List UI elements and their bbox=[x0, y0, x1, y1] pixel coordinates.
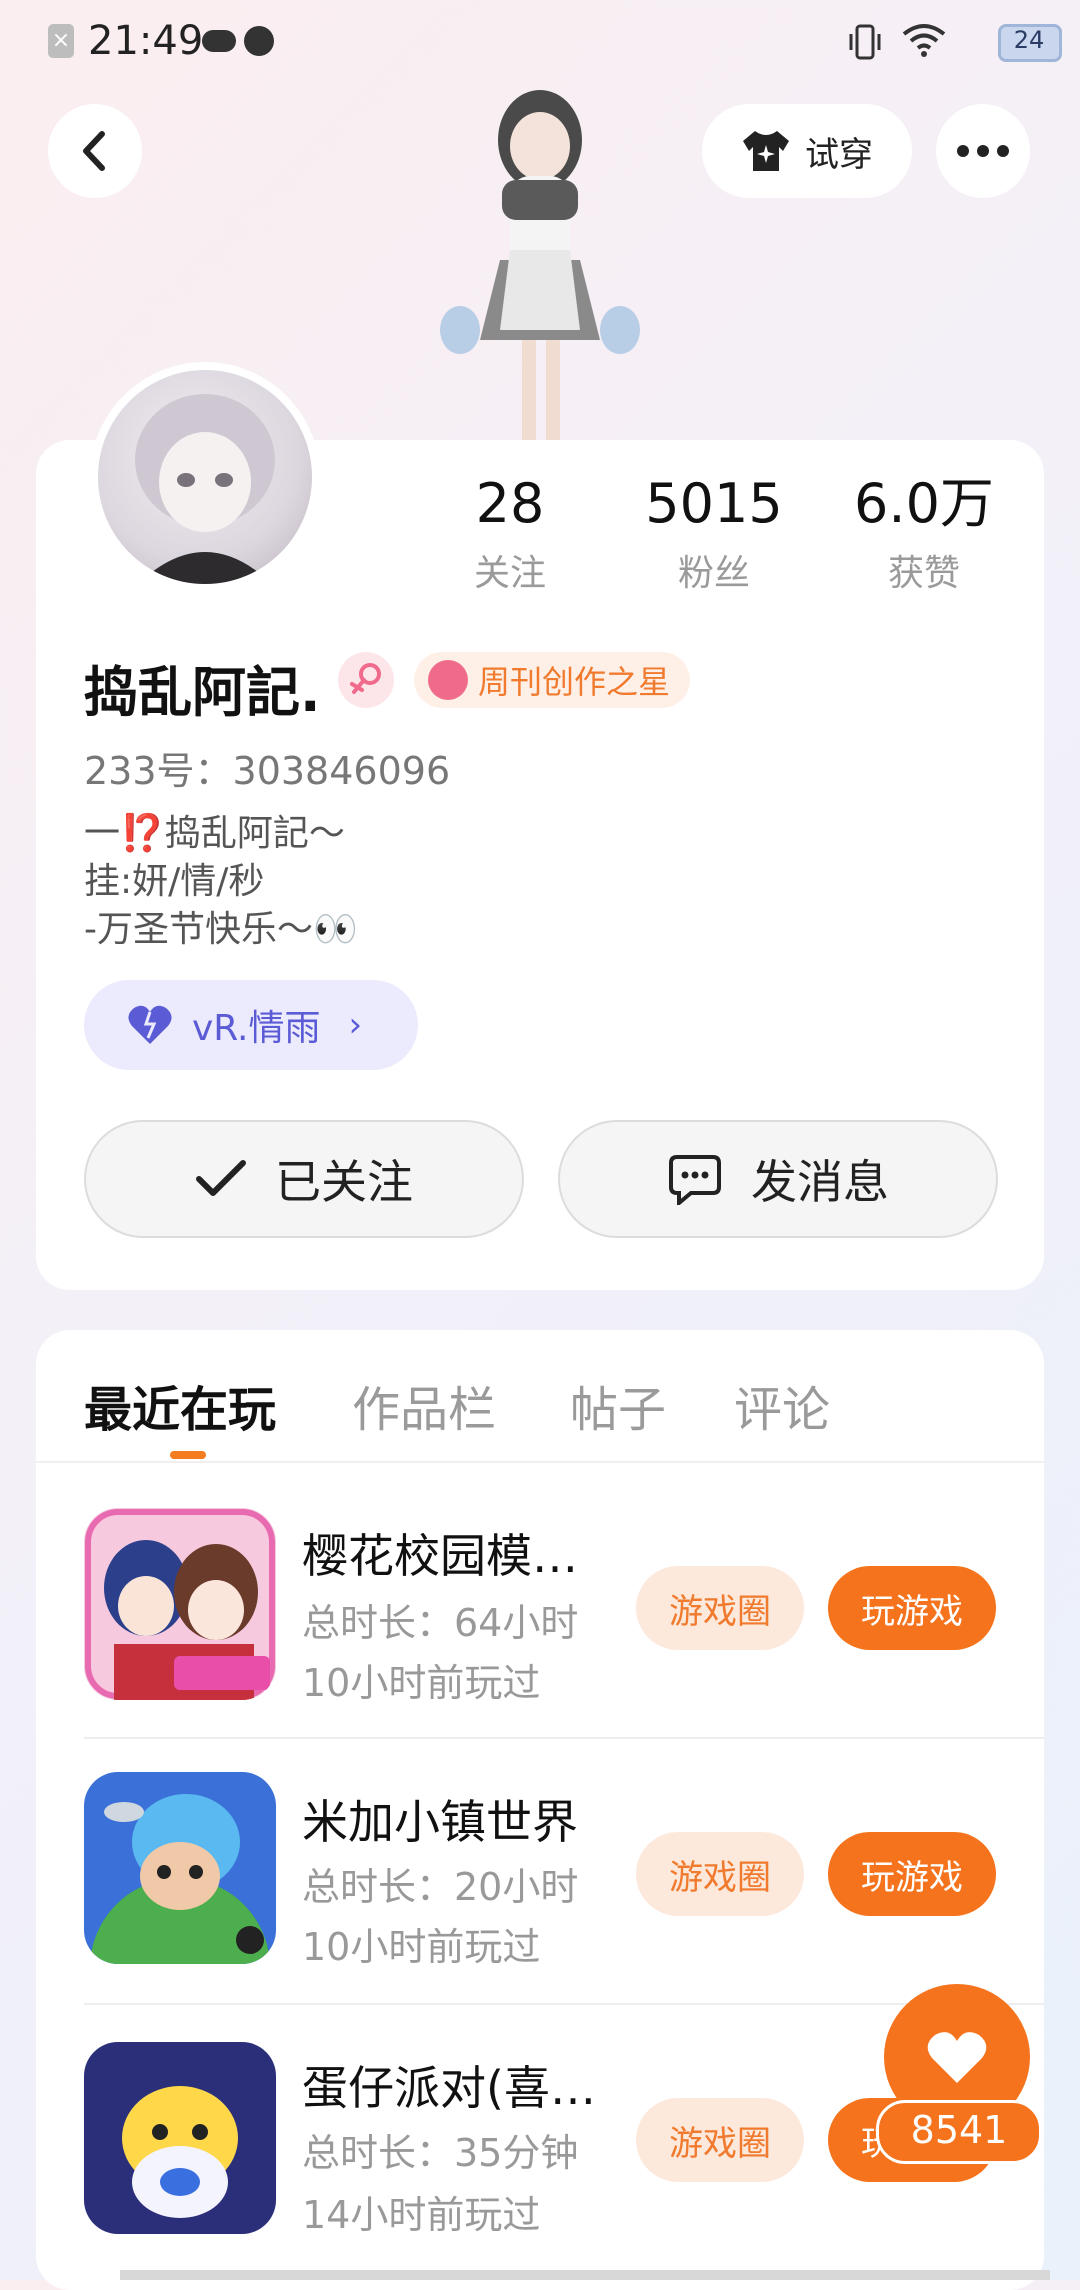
more-dot bbox=[977, 145, 989, 157]
followed-button[interactable]: 已关注 bbox=[84, 1120, 524, 1238]
cloud-icon bbox=[202, 30, 236, 52]
more-dots-icon bbox=[957, 145, 969, 157]
stat-label: 获赞 bbox=[887, 553, 960, 594]
female-gender-icon bbox=[338, 652, 394, 708]
followed-label: 已关注 bbox=[275, 1155, 413, 1209]
game-icon-toca[interactable] bbox=[84, 1772, 276, 1964]
game-last-played: 14小时前玩过 bbox=[302, 2193, 541, 2237]
avatar-image bbox=[135, 394, 275, 584]
heart-icon bbox=[128, 1005, 172, 1044]
tab-recent-games[interactable]: 最近在玩 bbox=[84, 1370, 276, 1440]
game-circle-button[interactable]: 游戏圈 bbox=[636, 2098, 804, 2182]
more-dot bbox=[997, 145, 1009, 157]
tab-posts[interactable]: 帖子 bbox=[570, 1370, 666, 1440]
planet-icon bbox=[244, 26, 274, 56]
status-bar: × 21:49 24 bbox=[0, 0, 1080, 80]
chevron-right-icon: › bbox=[348, 1005, 363, 1045]
send-message-button[interactable]: 发消息 bbox=[558, 1120, 998, 1238]
cp-name: vR.情雨 bbox=[192, 1008, 321, 1049]
play-game-button[interactable]: 玩游戏 bbox=[828, 1566, 996, 1650]
vibrate-icon bbox=[849, 24, 881, 60]
shirt-sparkle-icon bbox=[743, 131, 789, 171]
game-icon-sakura[interactable] bbox=[84, 1508, 276, 1700]
stat-value: 6.0万 bbox=[854, 472, 994, 535]
chat-bubble-icon bbox=[669, 1155, 721, 1205]
game-circle-button[interactable]: 游戏圈 bbox=[636, 1832, 804, 1916]
star-creator-icon bbox=[428, 660, 468, 700]
stat-likes[interactable]: 6.0万 获赞 bbox=[834, 474, 1014, 596]
notification-icon: × bbox=[48, 24, 74, 58]
game-title[interactable]: 樱花校园模… bbox=[302, 1520, 578, 1586]
game-title[interactable]: 米加小镇世界 bbox=[302, 1786, 578, 1852]
stat-label: 粉丝 bbox=[677, 553, 750, 594]
chevron-left-icon bbox=[83, 131, 105, 171]
tab-works[interactable]: 作品栏 bbox=[352, 1370, 496, 1440]
game-duration: 总时长：64小时 bbox=[302, 1601, 579, 1645]
user-id: 233号：303846096 bbox=[84, 749, 451, 793]
heart-icon bbox=[927, 2032, 987, 2083]
avatar[interactable] bbox=[98, 370, 312, 584]
try-on-button[interactable]: 试穿 bbox=[702, 104, 912, 198]
stat-following[interactable]: 28 关注 bbox=[420, 474, 600, 596]
game-last-played: 10小时前玩过 bbox=[302, 1925, 541, 1969]
tab-indicator bbox=[170, 1451, 206, 1459]
stat-label: 关注 bbox=[473, 553, 546, 594]
stat-value: 5015 bbox=[645, 472, 783, 535]
tab-comments[interactable]: 评论 bbox=[734, 1370, 830, 1440]
wifi-icon bbox=[902, 24, 946, 57]
checkmark-icon bbox=[196, 1160, 246, 1196]
game-duration: 总时长：20小时 bbox=[302, 1865, 579, 1909]
creator-badge[interactable]: 周刊创作之星 bbox=[414, 652, 691, 708]
bottom-thumbnails bbox=[120, 2270, 1050, 2280]
battery-level: 24 bbox=[1013, 26, 1045, 54]
stat-followers[interactable]: 5015 粉丝 bbox=[624, 474, 804, 596]
row-divider bbox=[84, 1737, 1044, 1739]
play-game-button[interactable]: 玩游戏 bbox=[828, 1832, 996, 1916]
tabs-divider bbox=[36, 1461, 1044, 1463]
game-title[interactable]: 蛋仔派对(喜… bbox=[302, 2052, 596, 2118]
game-duration: 总时长：35分钟 bbox=[302, 2131, 579, 2175]
user-bio: 一⁉️捣乱阿記～ 挂:妍/情/秒 -万圣节快乐～👀 bbox=[84, 813, 358, 950]
send-message-label: 发消息 bbox=[751, 1155, 889, 1209]
back-button[interactable] bbox=[48, 104, 142, 198]
try-on-label: 试穿 bbox=[805, 134, 873, 175]
like-count: 8541 bbox=[876, 2100, 1042, 2164]
username: 捣乱阿記. bbox=[84, 661, 321, 724]
avatar-3d-figure[interactable] bbox=[430, 80, 650, 440]
cp-relationship-chip[interactable]: vR.情雨 › bbox=[84, 980, 418, 1070]
game-circle-button[interactable]: 游戏圈 bbox=[636, 1566, 804, 1650]
status-time: 21:49 bbox=[88, 18, 204, 64]
row-divider bbox=[84, 2003, 1044, 2005]
game-icon-eggy-party[interactable] bbox=[84, 2042, 276, 2234]
more-button[interactable] bbox=[936, 104, 1030, 198]
stat-value: 28 bbox=[475, 472, 545, 535]
creator-badge-label: 周刊创作之星 bbox=[478, 663, 671, 701]
game-last-played: 10小时前玩过 bbox=[302, 1661, 541, 1705]
